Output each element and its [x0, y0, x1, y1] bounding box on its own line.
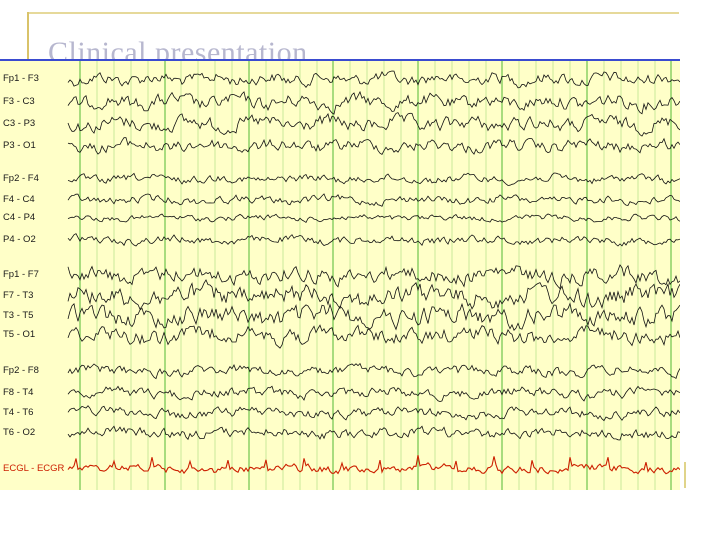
slide-frame-top-line — [27, 12, 679, 14]
channel-label: T4 - T6 — [3, 407, 34, 418]
eeg-trace — [67, 112, 680, 137]
channel-label: Fp1 - F3 — [3, 73, 39, 84]
eeg-trace — [67, 172, 680, 186]
slide-edge-marker — [684, 462, 689, 488]
eeg-trace — [67, 70, 680, 89]
channel-label-ecg: ECGL - ECGR — [3, 463, 65, 474]
channel-label: F4 - C4 — [3, 194, 35, 205]
eeg-trace — [67, 90, 680, 115]
ecg-trace — [67, 455, 680, 475]
eeg-trace — [67, 193, 680, 207]
eeg-trace — [67, 264, 680, 290]
eeg-trace — [67, 425, 680, 441]
channel-label: Fp2 - F8 — [3, 365, 39, 376]
channel-label: T5 - O1 — [3, 329, 36, 340]
channel-label: C4 - P4 — [3, 212, 36, 223]
channel-label: T6 - O2 — [3, 427, 36, 438]
eeg-trace — [67, 362, 680, 380]
channel-label: Fp2 - F4 — [3, 173, 39, 184]
eeg-trace — [67, 233, 680, 247]
eeg-trace — [67, 324, 680, 349]
channel-label: F8 - T4 — [3, 387, 34, 398]
eeg-trace — [67, 137, 680, 155]
channel-label: C3 - P3 — [3, 118, 36, 129]
eeg-trace — [67, 385, 680, 403]
channel-label: T3 - T5 — [3, 310, 34, 321]
channel-label: P3 - O1 — [3, 140, 36, 151]
channel-label: F3 - C3 — [3, 96, 35, 107]
eeg-trace — [67, 405, 680, 422]
channel-label: P4 - O2 — [3, 234, 36, 245]
channel-label: Fp1 - F7 — [3, 269, 39, 280]
eeg-trace — [67, 279, 680, 311]
eeg-recording-panel: Fp1 - F3 F3 - C3 C3 - P3 P3 - O1 Fp2 - F… — [0, 59, 680, 490]
channel-label: F7 - T3 — [3, 290, 34, 301]
eeg-traces-canvas — [67, 61, 680, 490]
eeg-trace — [67, 213, 680, 223]
